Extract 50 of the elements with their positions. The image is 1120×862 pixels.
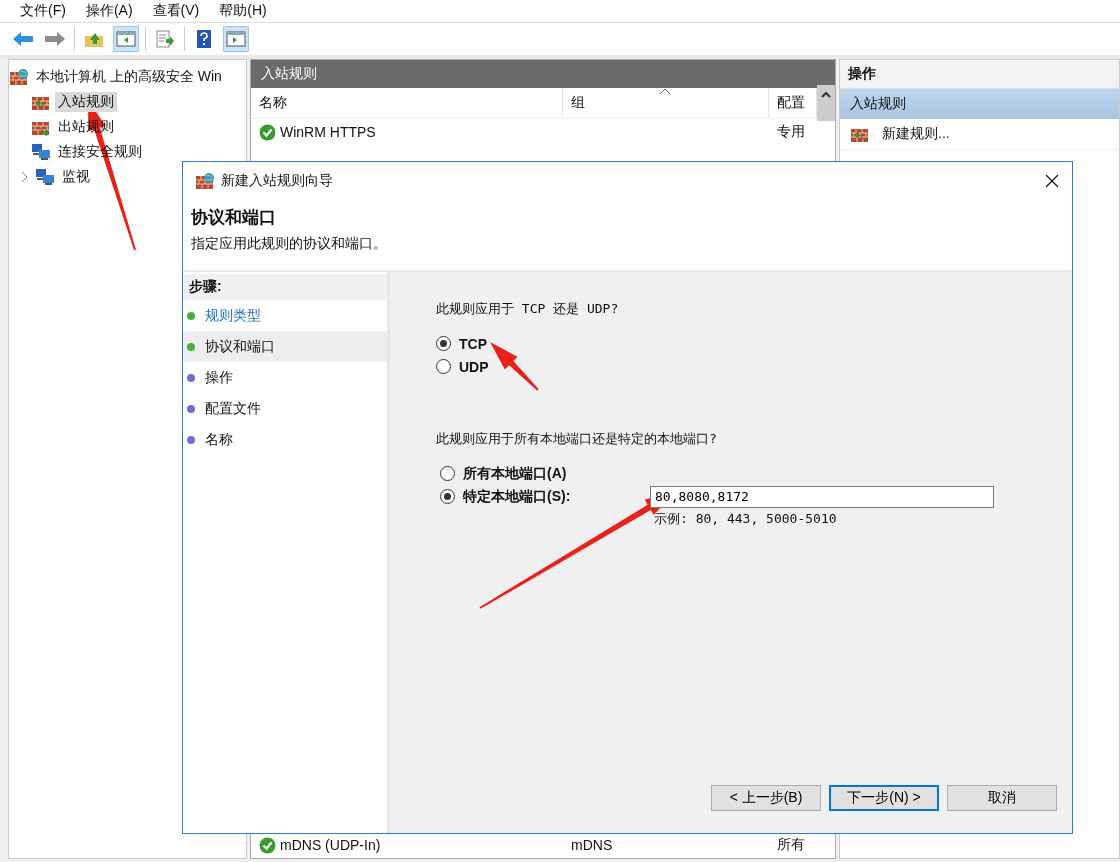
enabled-check-icon <box>259 836 276 854</box>
column-header[interactable]: 组 <box>563 88 769 118</box>
dialog-title: 新建入站规则向导 <box>221 172 334 190</box>
menu-item[interactable]: 帮助(H) <box>211 2 275 20</box>
page-heading: 协议和端口 <box>191 207 277 229</box>
scrollbar[interactable] <box>817 85 835 121</box>
action-pane-icon[interactable] <box>223 26 249 52</box>
close-icon[interactable] <box>1045 174 1059 188</box>
radio-button[interactable]: 所有本地端口(A) <box>440 462 650 485</box>
wizard-step[interactable]: 配置文件 <box>183 393 387 424</box>
table-cell: 专用 <box>777 123 805 141</box>
action-section[interactable]: 入站规则 <box>840 89 1119 119</box>
connection-icon <box>31 142 51 161</box>
console-tree-icon[interactable] <box>113 26 139 52</box>
wizard-step[interactable]: 操作 <box>183 362 387 393</box>
table-cell: mDNS (UDP-In) <box>280 837 381 853</box>
radio-button[interactable]: TCP <box>436 332 1072 355</box>
firewall-globe-icon <box>195 172 215 190</box>
steps-header: 步骤: <box>183 274 387 300</box>
wizard-button[interactable]: 下一步(N) > <box>829 785 939 811</box>
tree-item[interactable]: 本地计算机 上的高级安全 Win <box>33 66 225 87</box>
question-text: 此规则应用于所有本地端口还是特定的本地端口? <box>436 430 718 448</box>
menu-item[interactable]: 文件(F) <box>12 2 74 20</box>
pane-title: 入站规则 <box>261 65 317 83</box>
firewall-globe-icon <box>9 67 29 86</box>
ports-field[interactable]: 80,8080,8172 <box>650 485 994 508</box>
question-text: 此规则应用于 TCP 还是 UDP? <box>436 300 620 318</box>
page-description: 指定应用此规则的协议和端口。 <box>191 235 388 253</box>
wizard-button[interactable]: < 上一步(B) <box>711 785 821 811</box>
tree-item[interactable]: 入站规则 <box>55 91 117 112</box>
column-header[interactable]: 名称 <box>251 88 563 118</box>
menu-item[interactable]: 操作(A) <box>77 2 141 20</box>
caret-up-icon[interactable] <box>821 91 831 98</box>
wizard-step[interactable]: 名称 <box>183 424 387 455</box>
table-cell: mDNS <box>571 837 613 853</box>
pane-title: 操作 <box>848 65 876 83</box>
annotation-arrow <box>490 342 539 391</box>
table-cell: 所有 <box>777 836 805 854</box>
menu-item[interactable]: 查看(V) <box>144 2 208 20</box>
wizard-button[interactable]: 取消 <box>947 785 1057 811</box>
example-text: 示例: 80, 443, 5000-5010 <box>654 510 838 528</box>
wizard-step[interactable]: 协议和端口 <box>183 331 387 362</box>
monitor-icon <box>35 167 55 186</box>
radio-button[interactable]: UDP <box>436 355 1072 378</box>
wizard-step[interactable]: 规则类型 <box>183 300 387 331</box>
action-link[interactable]: 新建规则... <box>882 125 950 143</box>
enabled-check-icon <box>259 123 276 141</box>
tree-item[interactable]: 监视 <box>59 166 93 187</box>
table-cell: WinRM HTTPS <box>280 124 376 140</box>
radio-button[interactable]: 特定本地端口(S): <box>440 485 650 508</box>
